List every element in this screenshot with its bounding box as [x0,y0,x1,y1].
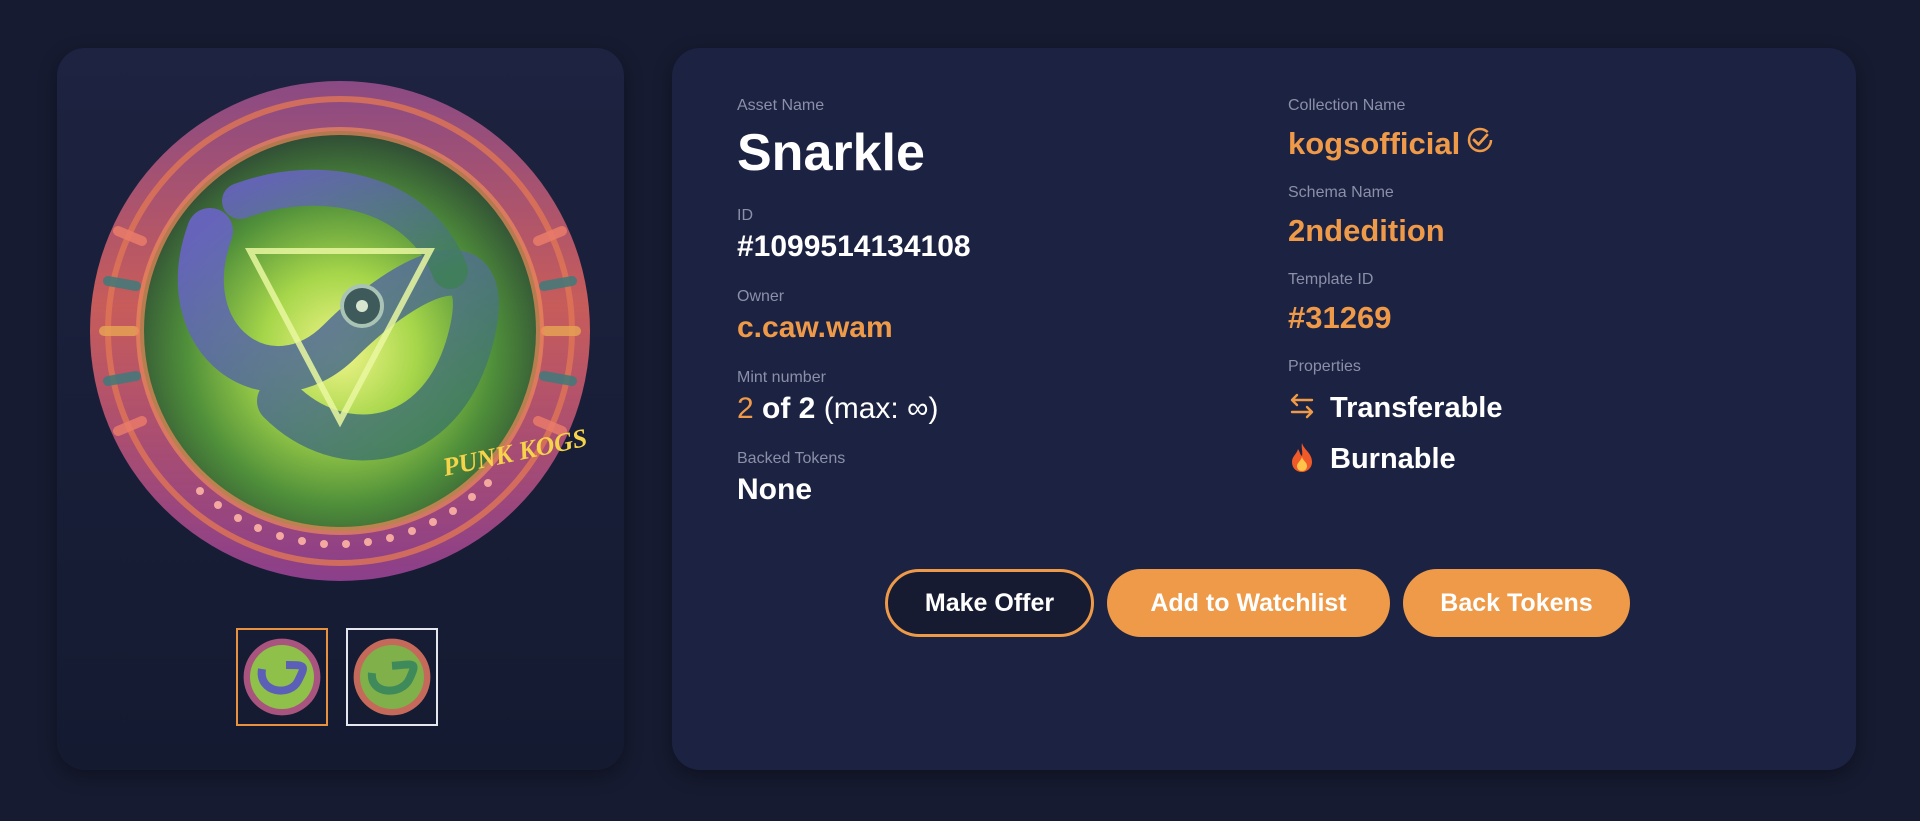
backed-tokens-value: None [737,473,812,506]
make-offer-button[interactable]: Make Offer [885,569,1094,637]
asset-id-label: ID [737,207,753,224]
thumbnail-image [353,638,431,716]
schema-name-label: Schema Name [1288,184,1394,201]
kog-artwork-image: PUNK KOGS [90,81,590,581]
mint-number-max: (max: ∞) [823,392,939,425]
asset-id: #1099514134108 [737,230,971,263]
property-burnable-label: Burnable [1330,443,1456,475]
template-id-link[interactable]: #31269 [1288,300,1391,336]
thumbnail-image [243,638,321,716]
collection-name-row[interactable]: kogsofficial [1288,126,1494,162]
properties-label: Properties [1288,358,1361,375]
thumbnail-2[interactable] [346,628,438,726]
thumbnail-1[interactable] [236,628,328,726]
owner-label: Owner [737,288,785,305]
owner-link[interactable]: c.caw.wam [737,311,893,345]
add-to-watchlist-button[interactable]: Add to Watchlist [1107,569,1390,637]
mint-number-label: Mint number [737,369,826,386]
asset-name: Snarkle [737,124,925,182]
fire-icon [1288,441,1316,478]
collection-name-label: Collection Name [1288,97,1406,114]
asset-main-image[interactable]: PUNK KOGS [90,81,590,581]
schema-name-link[interactable]: 2ndedition [1288,213,1445,249]
mint-number-value: 2 [737,392,754,425]
transfer-arrows-icon [1288,391,1316,426]
verified-check-icon [1466,126,1494,162]
collection-name-link[interactable]: kogsofficial [1288,126,1460,162]
property-transferable: Transferable [1288,391,1502,426]
backed-tokens-label: Backed Tokens [737,450,846,467]
mint-number: 2 of 2 (max: ∞) [737,392,938,426]
property-burnable: Burnable [1288,441,1456,478]
template-id-label: Template ID [1288,271,1374,288]
asset-gallery-card: PUNK KOGS [57,48,624,770]
back-tokens-button[interactable]: Back Tokens [1403,569,1630,637]
property-transferable-label: Transferable [1330,392,1503,424]
asset-details-card: Asset Name Snarkle ID #1099514134108 Own… [672,48,1856,770]
mint-number-total: of 2 [762,392,816,425]
asset-name-label: Asset Name [737,97,825,114]
